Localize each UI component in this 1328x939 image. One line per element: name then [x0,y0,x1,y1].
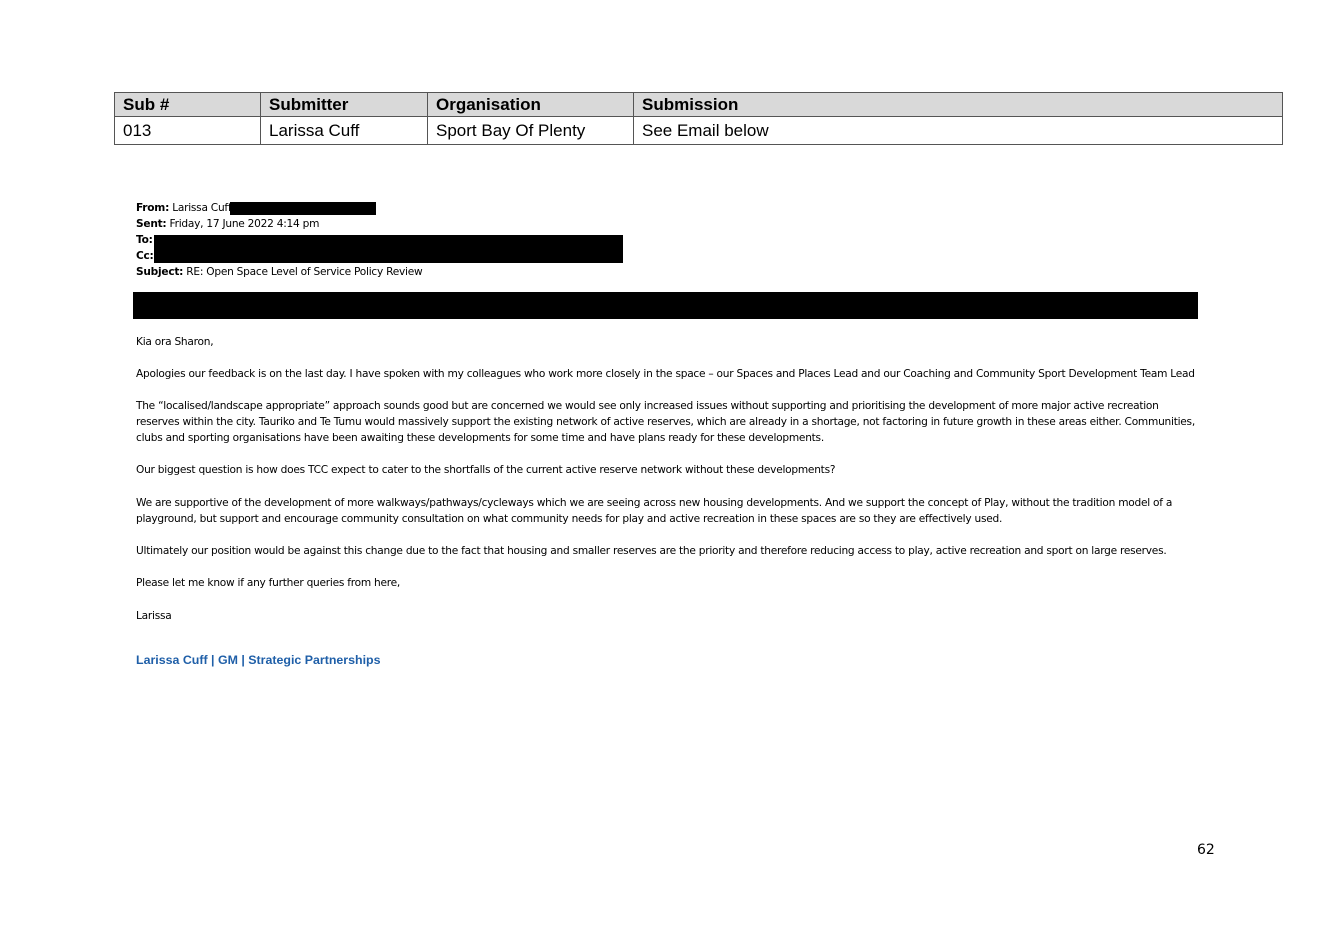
email-from-line: From: Larissa Cuff [136,200,1200,216]
submission-table: Sub # Submitter Organisation Submission … [114,92,1283,145]
table-row: 013 Larissa Cuff Sport Bay Of Plenty See… [114,116,1283,145]
email-paragraph-3: Our biggest question is how does TCC exp… [136,464,836,476]
header-organisation: Organisation [427,92,634,117]
email-greeting: Kia ora Sharon, [136,336,214,348]
page-number: 62 [1197,842,1215,858]
email-sign-off: Larissa [136,610,172,622]
header-sub-number: Sub # [114,92,261,117]
redacted-recipients [154,235,623,263]
cell-organisation: Sport Bay Of Plenty [427,116,634,145]
email-subject-line: Subject: RE: Open Space Level of Service… [136,264,1200,280]
sent-value: Friday, 17 June 2022 4:14 pm [169,218,320,230]
redacted-banner [133,292,1198,319]
email-signature: Larissa Cuff | GM | Strategic Partnershi… [136,653,381,667]
from-value: Larissa Cuff [172,202,232,214]
to-label: To: [136,234,153,246]
header-submitter: Submitter [260,92,428,117]
email-sent-line: Sent: Friday, 17 June 2022 4:14 pm [136,216,1200,232]
email-paragraph-2: The “localised/landscape appropriate” ap… [136,400,1195,444]
cell-submission: See Email below [633,116,1283,145]
header-submission: Submission [633,92,1283,117]
email-paragraph-1: Apologies our feedback is on the last da… [136,368,1195,380]
cell-submitter: Larissa Cuff [260,116,428,145]
email-paragraph-6: Please let me know if any further querie… [136,577,401,589]
cell-sub-number: 013 [114,116,261,145]
subject-label: Subject: [136,266,184,278]
table-header-row: Sub # Submitter Organisation Submission [114,92,1283,117]
sent-label: Sent: [136,218,167,230]
cc-label: Cc: [136,250,154,262]
redacted-email-address [230,202,376,215]
email-paragraph-4: We are supportive of the development of … [136,497,1173,525]
from-label: From: [136,202,170,214]
subject-value: RE: Open Space Level of Service Policy R… [186,266,423,278]
email-paragraph-5: Ultimately our position would be against… [136,545,1167,557]
